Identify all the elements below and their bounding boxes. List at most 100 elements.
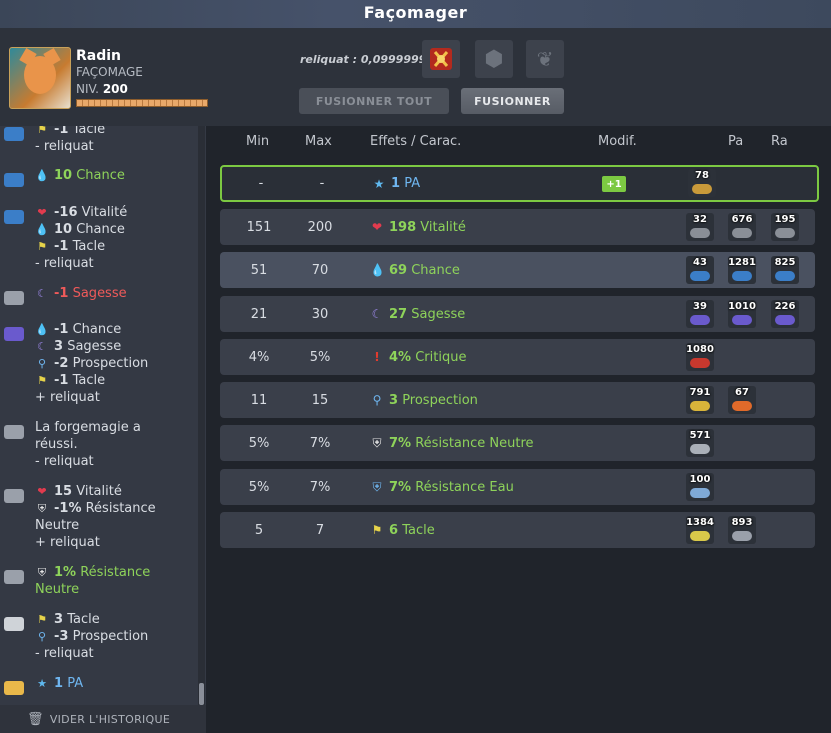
history-line: ⚲ -2 Prospection	[35, 355, 148, 372]
history-line-text: Tacle	[72, 239, 106, 254]
history-line-text: Chance	[76, 168, 125, 183]
tacle-icon: ⚑	[371, 523, 383, 537]
effect-row[interactable]: 4% 5%! 4% Critique 1080	[220, 339, 815, 375]
history-line-value: -1	[54, 126, 69, 137]
clear-history-button[interactable]: 🗑 VIDER L'HISTORIQUE	[0, 705, 206, 733]
history-line-text: - reliquat	[35, 256, 94, 271]
rune-icon	[732, 401, 752, 411]
history-line: ⚲ -3 Prospection	[35, 628, 148, 645]
effect-stat: Tacle	[402, 522, 435, 538]
history-line-text: Sagesse	[72, 286, 127, 301]
effect-stat: Critique	[415, 349, 467, 365]
rune-slot[interactable]: 43	[686, 256, 714, 284]
fuse-all-button[interactable]: FUSIONNER TOUT	[299, 88, 449, 114]
history-line-text: Chance	[76, 222, 125, 237]
effect-row[interactable]: 21 30 ☾ 27 Sagesse 39 1010 226	[220, 296, 815, 332]
heart-icon: ❤	[37, 206, 47, 219]
rune-slot[interactable]: 1281	[728, 256, 756, 284]
rune-count: 43	[693, 257, 707, 268]
history-line-text: Chance	[72, 322, 122, 337]
rune-icon	[690, 358, 710, 368]
shield-water-icon: ⛨	[372, 479, 382, 494]
rune-icon	[690, 228, 710, 238]
effect-cell: ★ 1 PA	[372, 167, 420, 200]
rune-slot[interactable]: 1080	[686, 343, 714, 371]
rune-icon	[690, 315, 710, 325]
effect-stat: Résistance Neutre	[415, 435, 534, 451]
effect-max: -	[319, 176, 325, 191]
history-panel[interactable]: ⚑ -1 Tacle - reliquat 💧 10 Chance ❤ -16 Vitali…	[0, 126, 206, 733]
modif-badge: +1	[602, 176, 626, 192]
rune-slot[interactable]: 676	[728, 213, 756, 241]
history-line-text: Vitalité	[76, 484, 122, 499]
effect-row[interactable]: 51 70 💧 69 Chance 43 1281 825	[220, 252, 815, 288]
rune-slot[interactable]: 1010	[728, 300, 756, 328]
history-line: + reliquat	[35, 534, 156, 551]
history-line-value: -1	[54, 322, 69, 337]
effect-cell: ⛨ 7% Résistance Eau	[370, 469, 513, 505]
tacle-icon: ⚑	[37, 613, 47, 626]
rune-slot[interactable]: 893	[728, 516, 756, 544]
history-line-text: Prospection	[72, 356, 149, 371]
moon-icon: ☾	[37, 287, 47, 300]
shield-icon: ⛨	[372, 435, 382, 450]
col-ra-header: Ra	[771, 134, 788, 149]
history-line: ☾ -1 Sagesse	[35, 285, 127, 302]
rune-icon	[732, 271, 752, 281]
history-scrollbar[interactable]	[198, 126, 205, 706]
rune-slot[interactable]: 791	[686, 386, 714, 414]
rune-slot[interactable]: 195	[771, 213, 799, 241]
rune-count: 1010	[728, 301, 756, 312]
rune-icon	[732, 531, 752, 541]
effect-value: 27	[389, 306, 408, 322]
rune-slot[interactable]: 100	[686, 473, 714, 501]
effect-min: 151	[246, 219, 272, 235]
item-slot[interactable]	[422, 40, 460, 78]
rune-slot[interactable]: 78	[688, 169, 716, 197]
rune-slot[interactable]: 825	[771, 256, 799, 284]
history-item-icon	[4, 617, 24, 631]
rune-slot[interactable]: 67	[728, 386, 756, 414]
effect-max: 30	[311, 306, 329, 322]
rune-slot[interactable]: 571	[686, 429, 714, 457]
character-level: NIV. 200	[76, 82, 128, 96]
col-modif-header: Modif.	[598, 134, 637, 149]
effect-row[interactable]: 151 200 ❤ 198 Vitalité 32 676 195	[220, 209, 815, 245]
effect-row[interactable]: 5% 7% ⛨ 7% Résistance Neutre 571	[220, 425, 815, 461]
effect-max: 7%	[309, 479, 331, 495]
water-drop-icon: 💧	[35, 223, 49, 236]
col-pa-header: Pa	[728, 134, 744, 149]
history-scroll-thumb[interactable]	[199, 683, 204, 705]
rune-slot[interactable]: 32	[686, 213, 714, 241]
history-line: 💧 -1 Chance	[35, 321, 148, 338]
effect-row[interactable]: 5% 7% ⛨ 7% Résistance Eau 100	[220, 469, 815, 505]
feather-icon: ❦	[536, 47, 554, 71]
effect-cell: ⚑ 6 Tacle	[370, 512, 435, 548]
history-item-icon	[4, 681, 24, 695]
magnifier-icon: ⚲	[37, 630, 47, 643]
potion-slot[interactable]: ❦	[526, 40, 564, 78]
history-line: ⛨ 1% Résistance	[35, 564, 150, 581]
water-drop-icon: 💧	[35, 169, 49, 182]
rune-icon	[775, 228, 795, 238]
rune-icon	[690, 531, 710, 541]
rune-count: 100	[689, 474, 711, 485]
rune-count: 571	[689, 430, 711, 441]
character-name: Radin	[76, 48, 122, 64]
rune-slot[interactable]: 39	[686, 300, 714, 328]
rune-slot[interactable]: 226	[771, 300, 799, 328]
history-item-icon	[4, 327, 24, 341]
effect-row[interactable]: 5 7 ⚑ 6 Tacle 1384 893	[220, 512, 815, 548]
effect-max: 70	[311, 262, 329, 278]
history-line: ⚑ -1 Tacle	[35, 372, 148, 389]
effect-row[interactable]: - - ★ 1 PA +1 78	[220, 165, 819, 202]
amulet-icon	[430, 48, 452, 70]
effect-row[interactable]: 11 15 ⚲ 3 Prospection 791 67	[220, 382, 815, 418]
rune-icon	[692, 184, 712, 194]
rune-slot[interactable]: ⬢	[475, 40, 513, 78]
effect-cell: ☾ 27 Sagesse	[370, 296, 466, 332]
effect-cell: ❤ 198 Vitalité	[370, 209, 466, 245]
rune-slot[interactable]: 1384	[686, 516, 714, 544]
fuse-button[interactable]: FUSIONNER	[461, 88, 564, 114]
history-line-text: Neutre	[35, 518, 80, 533]
